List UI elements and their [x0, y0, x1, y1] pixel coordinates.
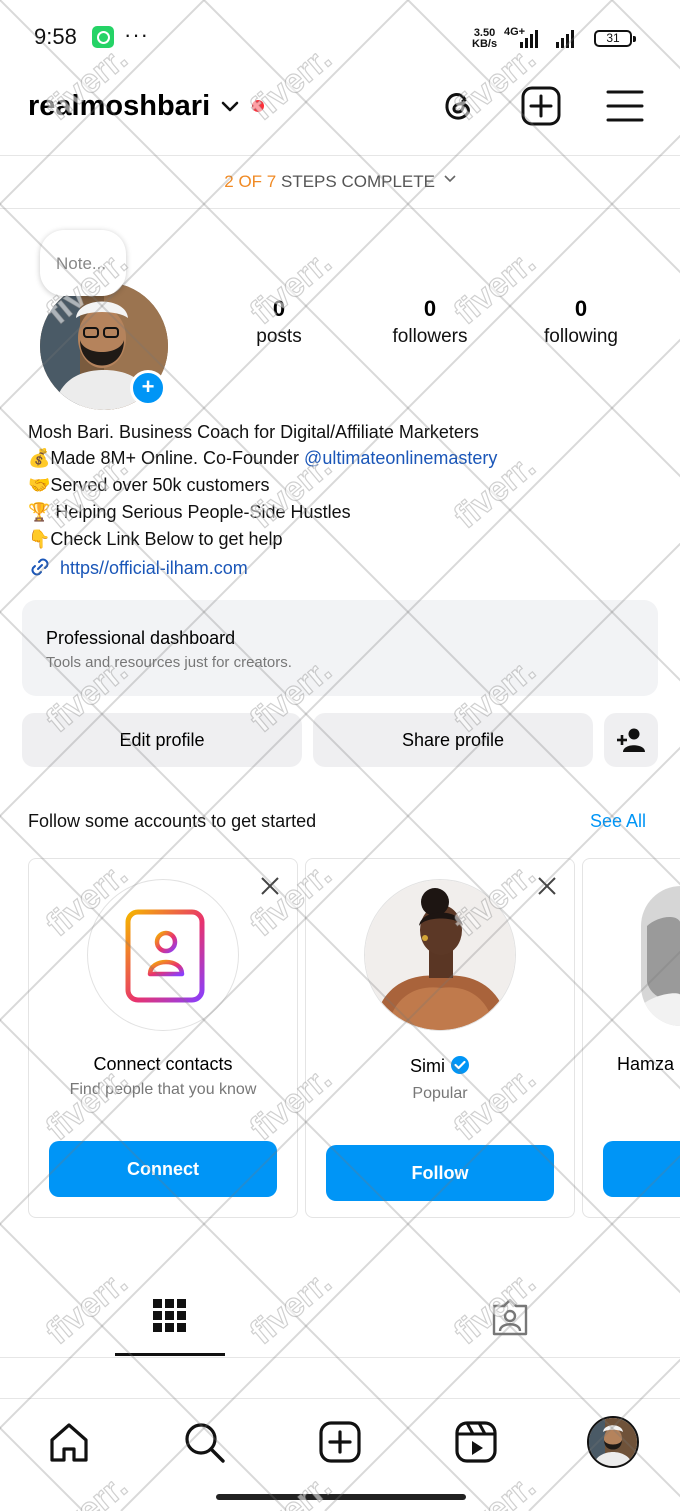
bio-mention-link[interactable]: @ultimateonlinemastery — [304, 448, 497, 468]
steps-divider — [0, 208, 680, 209]
battery-icon: 31 — [594, 30, 636, 47]
bio-line-cofounder: 💰Made 8M+ Online. Co-Founder @ultimateon… — [28, 448, 497, 469]
card-subtitle: Find people that you know — [69, 1081, 257, 1098]
create-icon[interactable] — [318, 1420, 362, 1464]
bio-website-text: https//official-ilham.com — [60, 558, 248, 578]
add-story-plus-icon[interactable]: + — [130, 370, 166, 406]
account-username[interactable]: realmoshbari — [28, 90, 210, 123]
following-label: following — [544, 326, 618, 347]
bio-line-name: Mosh Bari. Business Coach for Digital/Af… — [28, 422, 479, 442]
nav-divider — [0, 1398, 680, 1399]
follow-button-partial[interactable] — [603, 1141, 680, 1197]
link-icon — [31, 558, 49, 576]
network-speed: 3.50 KB/s — [472, 28, 497, 50]
profile-tab-photo — [589, 1418, 637, 1466]
posts-count: 0 — [272, 296, 286, 321]
contacts-circle — [87, 879, 239, 1031]
watermark-text: fiverr. — [243, 39, 338, 128]
tagged-icon[interactable] — [490, 1298, 530, 1336]
create-plus-icon[interactable] — [521, 86, 561, 126]
close-icon[interactable] — [536, 875, 558, 897]
whatsapp-icon — [92, 26, 114, 48]
watermark-text: fiverr. — [39, 1263, 134, 1352]
discover-people-button[interactable] — [604, 713, 658, 767]
bio-line-customers: 🤝Served over 50k customers — [28, 475, 270, 495]
dashboard-subtitle: Tools and resources just for creators. — [46, 654, 292, 671]
notification-dot — [252, 100, 264, 112]
follow-button[interactable]: Follow — [326, 1145, 554, 1201]
edit-profile-button[interactable]: Edit profile — [22, 713, 302, 767]
search-icon[interactable] — [182, 1420, 226, 1464]
add-person-icon — [617, 728, 645, 752]
menu-icon[interactable] — [605, 86, 645, 126]
onboarding-steps[interactable]: 2 OF 7 STEPS COMPLETE — [0, 172, 680, 192]
posts-stat[interactable]: 0 posts — [214, 296, 344, 348]
connect-button[interactable]: Connect — [49, 1141, 277, 1197]
posts-label: posts — [256, 326, 302, 347]
watermark-text: fiverr. — [447, 1467, 542, 1511]
followers-label: followers — [392, 326, 468, 347]
bio-line-hustles: 🏆 Helping Serious People-Side Hustles — [28, 502, 351, 522]
followers-count: 0 — [423, 296, 437, 321]
reels-icon[interactable] — [454, 1420, 498, 1464]
speed-unit: KB/s — [472, 38, 498, 50]
suggestions-title: Follow some accounts to get started — [28, 811, 317, 831]
card-name: Connect contacts — [93, 1054, 233, 1074]
note-bubble[interactable]: Note... — [40, 230, 126, 296]
status-more-icon: ··· — [124, 22, 149, 47]
watermark-text: fiverr. — [243, 1263, 338, 1352]
signal-icon-2 — [556, 28, 574, 48]
active-tab-indicator — [115, 1353, 225, 1356]
header-divider — [0, 155, 680, 156]
bio-text: 💰Made 8M+ Online. Co-Founder — [28, 448, 305, 468]
contacts-book-icon — [121, 909, 205, 1003]
watermark-text: fiverr. — [39, 1467, 134, 1511]
card-subtitle: Popular — [412, 1085, 468, 1102]
bio-website-link[interactable]: https//official-ilham.com — [28, 555, 248, 579]
card-name: Simi — [409, 1056, 445, 1076]
watermark-text: fiverr. — [243, 1467, 338, 1511]
following-count: 0 — [574, 296, 588, 321]
steps-done: 2 OF 7 — [224, 172, 277, 191]
signal-icon — [520, 28, 538, 48]
hamza-avatar[interactable] — [641, 886, 680, 1026]
following-stat[interactable]: 0 following — [516, 296, 646, 348]
simi-avatar[interactable] — [364, 879, 516, 1031]
profile-tab-avatar[interactable] — [587, 1416, 639, 1468]
tabs-divider — [0, 1357, 680, 1358]
close-icon[interactable] — [259, 875, 281, 897]
threads-icon[interactable] — [438, 86, 478, 126]
card-name: Hamza — [617, 1054, 675, 1074]
grid-icon[interactable] — [151, 1297, 189, 1335]
hamza-photo — [641, 886, 680, 1026]
bio-line-cta: 👇Check Link Below to get help — [28, 529, 283, 549]
home-indicator — [216, 1494, 466, 1500]
followers-stat[interactable]: 0 followers — [365, 296, 495, 348]
dashboard-title: Professional dashboard — [46, 628, 236, 648]
account-switch-chevron-icon[interactable] — [218, 96, 242, 118]
home-icon[interactable] — [47, 1420, 91, 1464]
steps-text: STEPS COMPLETE — [280, 172, 435, 191]
see-all-link[interactable]: See All — [590, 811, 646, 832]
simi-name-row: Simi — [305, 1055, 575, 1077]
verified-badge-icon — [451, 1056, 469, 1074]
chevron-down-icon — [444, 175, 456, 183]
share-profile-button[interactable]: Share profile — [313, 713, 593, 767]
simi-photo — [365, 880, 515, 1030]
status-time: 9:58 — [34, 24, 77, 49]
